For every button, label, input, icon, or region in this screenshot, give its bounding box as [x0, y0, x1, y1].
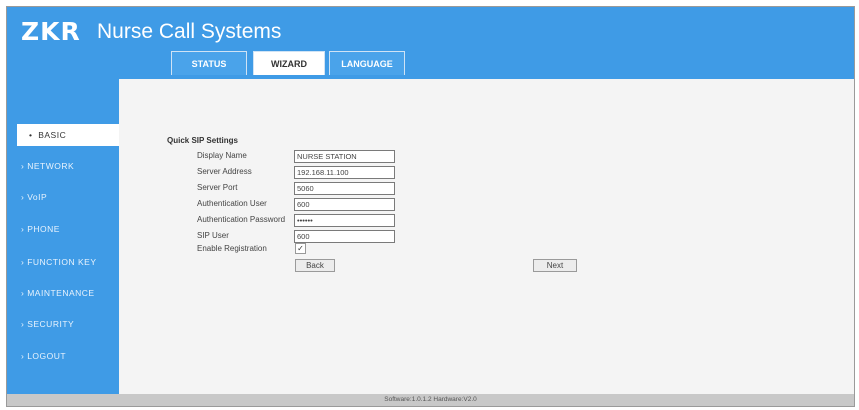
next-button[interactable]: Next	[533, 259, 577, 272]
sidebar-item-phone[interactable]: › PHONE	[7, 218, 119, 240]
sidebar-item-label: MAINTENANCE	[27, 288, 95, 298]
server-port-label: Server Port	[197, 183, 238, 192]
enable-registration-checkbox[interactable]: ✓	[295, 243, 306, 254]
app-frame: ZKR Nurse Call Systems STATUS WIZARD LAN…	[6, 6, 855, 407]
sidebar-item-voip[interactable]: › VoIP	[7, 186, 119, 208]
sidebar-item-security[interactable]: › SECURITY	[7, 313, 119, 335]
section-title: Quick SIP Settings	[167, 136, 238, 145]
sidebar: • BASIC › NETWORK › VoIP › PHONE › FUNCT…	[7, 65, 119, 394]
sidebar-item-label: VoIP	[27, 192, 48, 202]
sip-user-label: SIP User	[197, 231, 229, 240]
sidebar-item-label: PHONE	[27, 224, 60, 234]
authentication-password-label: Authentication Password	[197, 215, 286, 224]
sidebar-item-basic[interactable]: • BASIC	[17, 124, 119, 146]
server-address-field[interactable]: 192.168.11.100	[294, 166, 395, 179]
server-port-field[interactable]: 5060	[294, 182, 395, 195]
checkmark-icon: ✓	[297, 244, 304, 253]
sidebar-item-network[interactable]: › NETWORK	[7, 155, 119, 177]
app-title: Nurse Call Systems	[97, 20, 282, 43]
footer-bar: Software:1.0.1.2 Hardware:V2.0	[7, 394, 854, 406]
server-address-label: Server Address	[197, 167, 252, 176]
tab-wizard[interactable]: WIZARD	[253, 51, 325, 75]
version-info: Software:1.0.1.2 Hardware:V2.0	[384, 396, 477, 403]
sip-user-field[interactable]: 600	[294, 230, 395, 243]
display-name-field[interactable]: NURSE STATION	[294, 150, 395, 163]
bullet-icon: •	[29, 130, 39, 140]
sidebar-item-label: FUNCTION KEY	[27, 257, 97, 267]
sidebar-item-maintenance[interactable]: › MAINTENANCE	[7, 282, 119, 304]
sidebar-item-logout[interactable]: › LOGOUT	[7, 345, 119, 367]
sidebar-item-label: LOGOUT	[27, 351, 67, 361]
authentication-user-field[interactable]: 600	[294, 198, 395, 211]
header-bar: ZKR Nurse Call Systems STATUS WIZARD LAN…	[7, 7, 854, 79]
sidebar-item-label: NETWORK	[27, 161, 75, 171]
main-content: Quick SIP Settings Display Name NURSE ST…	[119, 79, 854, 394]
display-name-label: Display Name	[197, 151, 247, 160]
back-button[interactable]: Back	[295, 259, 335, 272]
sidebar-item-function-key[interactable]: › FUNCTION KEY	[7, 251, 119, 273]
brand-logo: ZKR	[21, 17, 81, 46]
authentication-password-field[interactable]: ••••••	[294, 214, 395, 227]
authentication-user-label: Authentication User	[197, 199, 267, 208]
tab-status[interactable]: STATUS	[171, 51, 247, 75]
enable-registration-label: Enable Registration	[197, 244, 267, 253]
sidebar-item-label: SECURITY	[27, 319, 75, 329]
tab-language[interactable]: LANGUAGE	[329, 51, 405, 75]
sidebar-item-label: BASIC	[38, 130, 67, 140]
